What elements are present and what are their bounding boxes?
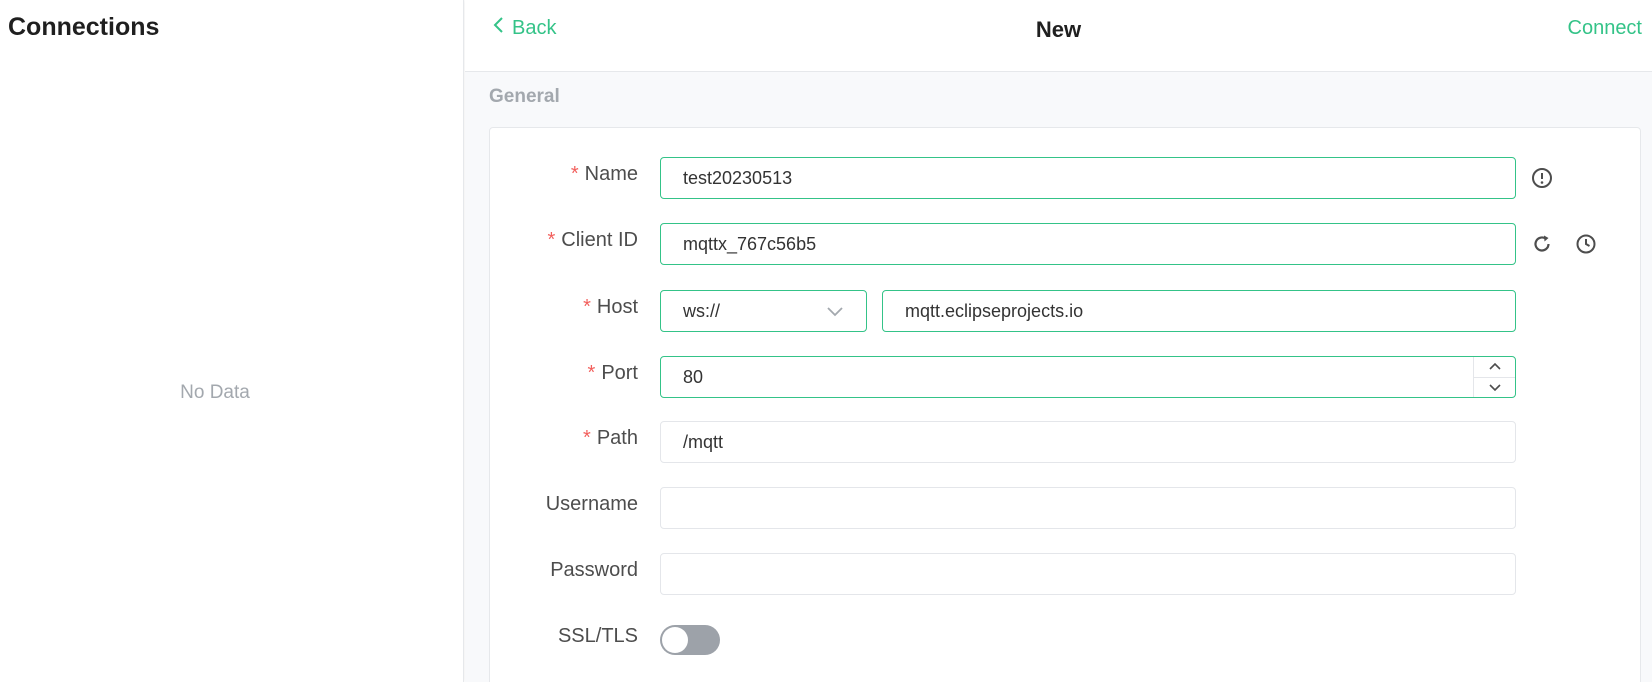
ssl-tls-row: SSL/TLS [490,619,1642,661]
info-circle-icon[interactable] [1530,166,1554,190]
port-row: * Port 80 [490,356,1642,398]
client-id-input[interactable]: mqttx_767c56b5 [660,223,1516,265]
host-row: * Host ws:// mqtt.eclipseprojects.io [490,290,1642,332]
required-mark: * [583,427,591,449]
header-bar: Back New Connect [465,0,1652,72]
section-title-general: General [489,86,560,107]
page-title: New [1035,17,1082,42]
connect-button[interactable]: Connect [1568,17,1643,40]
host-label: * Host [583,296,638,319]
port-value: 80 [683,366,704,387]
port-input[interactable]: 80 [660,356,1516,398]
protocol-value: ws:// [683,300,721,321]
client-id-row: * Client ID mqttx_767c56b5 [490,223,1642,265]
empty-state-text: No Data [180,382,250,403]
username-label: Username [545,493,638,515]
username-input[interactable] [660,487,1516,529]
port-label-text: Port [601,362,638,384]
host-label-text: Host [596,296,638,318]
general-settings-card: * Name test20230513 * Client ID mqttx_76… [489,127,1641,682]
port-label: * Port [588,362,638,385]
toggle-knob [662,627,688,653]
password-row: Password [490,553,1642,595]
back-label: Back [512,16,557,39]
required-mark: * [547,229,556,251]
name-input[interactable]: test20230513 [660,157,1516,199]
connections-title: Connections [8,13,160,41]
required-mark: * [583,296,591,318]
chevron-down-icon[interactable] [1474,376,1515,398]
ssl-tls-toggle[interactable] [660,625,720,655]
new-connection-panel: Back New Connect General * Name test2023… [465,0,1652,682]
password-input[interactable] [660,553,1516,595]
required-mark: * [570,163,579,185]
path-label-text: Path [596,427,638,449]
username-row: Username [490,487,1642,529]
name-label: * Name [571,163,638,186]
port-stepper [1473,357,1515,397]
protocol-select[interactable]: ws:// [660,290,867,332]
connections-panel: Connections No Data [0,0,464,682]
path-input[interactable]: /mqtt [660,421,1516,463]
app-window: Connections No Data Back New Connect Gen… [0,0,1652,682]
name-label-text: Name [584,163,638,185]
password-label: Password [550,559,638,581]
host-input[interactable]: mqtt.eclipseprojects.io [882,290,1516,332]
ssl-tls-label: SSL/TLS [557,625,638,647]
chevron-down-icon [826,301,844,322]
path-label: * Path [583,427,638,450]
path-row: * Path /mqtt [490,421,1642,463]
clock-icon[interactable] [1574,232,1598,256]
chevron-left-icon [492,16,506,40]
refresh-icon[interactable] [1530,232,1554,256]
back-button[interactable]: Back [492,16,556,40]
name-row: * Name test20230513 [490,157,1642,199]
chevron-up-icon[interactable] [1474,357,1515,377]
client-id-label-text: Client ID [561,229,638,251]
required-mark: * [587,362,596,384]
client-id-label: * Client ID [548,229,639,252]
